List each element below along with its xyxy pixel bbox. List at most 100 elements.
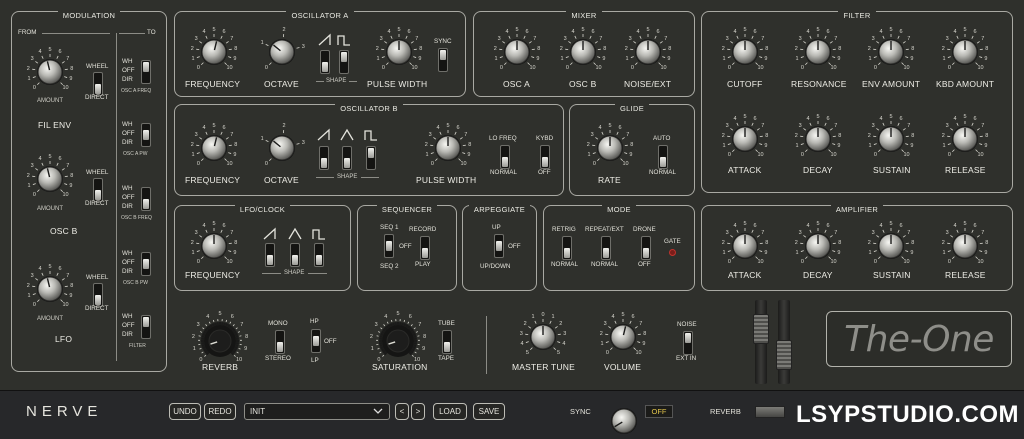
knob-scale-label: 1 [587,151,591,158]
preset-name: INIT [250,407,266,416]
fil-env-wheel-switch[interactable] [93,72,103,96]
knob-scale-label: 1 [551,314,555,321]
triangle-wave-icon [340,128,354,141]
volume-knob[interactable]: 0 1 2 3 4 5 6 7 8 9 10 [595,310,651,362]
lfo-amount-knob[interactable]: 0 1 2 3 4 5 6 7 8 9 10 [22,262,78,314]
osc-a-sync-label: SYNC [434,38,452,45]
osc-a-sync-switch[interactable] [438,48,448,72]
osc-b-octave-knob[interactable]: 0 1 2 3 [254,121,310,173]
preset-selector[interactable]: INIT [244,403,390,420]
mod-wheel[interactable] [776,300,792,384]
pitch-wheel[interactable] [753,300,769,384]
filter-attack-knob[interactable]: 0 1 2 3 4 5 6 7 8 9 10 [717,112,773,164]
osc-b-freq-switch[interactable] [141,187,151,211]
osc-b-square-switch[interactable] [366,146,376,170]
knob-scale-label: 1 [722,249,726,256]
knob-scale-label: 7 [761,230,765,237]
saturation-knob[interactable]: 0 1 2 3 4 5 6 7 8 9 10 [370,311,426,366]
knob-scale-label: 5 [608,123,612,129]
osc-a-square-switch[interactable] [339,50,349,74]
filter-hp-lp-switch[interactable] [311,329,321,353]
fil-env-amount-knob[interactable]: 0 1 2 3 4 5 6 7 8 9 10 [22,45,78,97]
lfo-triangle-switch[interactable] [290,243,300,267]
square-wave-icon [364,130,377,141]
sync-knob[interactable] [596,394,652,439]
lfo-saw-switch[interactable] [265,243,275,267]
osc-b-pw-switch[interactable] [141,252,151,276]
osc-a-saw-switch[interactable] [320,50,330,74]
arpeggiate-switch[interactable] [494,234,504,258]
filter-env-amount-knob[interactable]: 0 1 2 3 4 5 6 7 8 9 10 [863,25,919,77]
nerve-brand: NERVE [26,403,103,420]
amp-release-knob[interactable]: 0 1 2 3 4 5 6 7 8 9 10 [937,219,993,271]
filter-cutoff-knob[interactable]: 0 1 2 3 4 5 6 7 8 9 10 [717,25,773,77]
osc-a-pw-switch[interactable] [141,123,151,147]
retrig-switch[interactable] [562,236,572,260]
osc-a-pulse-width-knob[interactable]: 0 1 2 3 4 5 6 7 8 9 10 [371,25,427,77]
mixer-osc-b-label: OSC B [569,79,597,89]
osc-a-octave-knob[interactable]: 0 1 2 3 [254,25,310,77]
lfo-frequency-knob[interactable]: 0 1 2 3 4 5 6 7 8 9 10 [186,219,242,271]
sequencer-select-switch[interactable] [384,234,394,258]
osc-b-amount-knob[interactable]: 0 1 2 3 4 5 6 7 8 9 10 [22,152,78,204]
knob-scale-label: 6 [899,116,903,123]
record-play-switch[interactable] [420,236,430,260]
redo-button[interactable]: REDO [204,403,236,420]
hp-label: HP [310,318,319,325]
filter-decay-knob[interactable]: 0 1 2 3 4 5 6 7 8 9 10 [790,112,846,164]
ext-in-label: EXT IN [676,355,697,362]
knob-scale-label: 7 [66,273,70,280]
osc-b-frequency-knob[interactable]: 0 1 2 3 4 5 6 7 8 9 10 [186,121,242,173]
amp-sustain-knob[interactable]: 0 1 2 3 4 5 6 7 8 9 10 [863,219,919,271]
osc-b-kybd-switch[interactable] [540,145,550,169]
noise-ext-switch[interactable] [683,331,693,355]
tube-tape-switch[interactable] [442,330,452,354]
amp-attack-knob[interactable]: 0 1 2 3 4 5 6 7 8 9 10 [717,219,773,271]
filter-resonance-knob[interactable]: 0 1 2 3 4 5 6 7 8 9 10 [790,25,846,77]
knob-scale-label: 2 [191,333,195,340]
next-preset-button[interactable]: > [411,403,425,420]
filter-sustain-knob[interactable]: 0 1 2 3 4 5 6 7 8 9 10 [863,112,919,164]
mixer-osc-b-knob[interactable]: 0 1 2 3 4 5 6 7 8 9 10 [555,25,611,77]
reverb-toggle[interactable] [755,406,785,418]
drone-label: DRONE [633,226,656,233]
knob-scale-label: 9 [910,55,914,62]
knob-scale-label: 4 [436,125,440,132]
mixer-osc-a-knob[interactable]: 0 1 2 3 4 5 6 7 8 9 10 [489,25,545,77]
off-label: OFF [122,322,135,329]
mod-divider [116,33,117,361]
knob-scale-label: 3 [945,123,949,130]
knob-scale-label: 8 [70,172,74,179]
osc-a-frequency-knob[interactable]: 0 1 2 3 4 5 6 7 8 9 10 [186,25,242,77]
knob-scale-label: 8 [643,330,647,337]
drone-switch[interactable] [641,236,651,260]
filter-release-knob[interactable]: 0 1 2 3 4 5 6 7 8 9 10 [937,112,993,164]
load-button[interactable]: LOAD [433,403,467,420]
knob-scale-label: 2 [493,45,497,52]
lfo-square-switch[interactable] [314,243,324,267]
save-button[interactable]: SAVE [473,403,505,420]
osc-b-wheel-switch[interactable] [93,178,103,202]
knob-scale-label: 3 [871,123,875,130]
master-tune-knob[interactable]: 54321012345 [515,310,571,362]
osc-b-pulse-width-knob[interactable]: 0 1 2 3 4 5 6 7 8 9 10 [420,121,476,173]
mono-stereo-switch[interactable] [275,330,285,354]
glide-rate-knob[interactable]: 0 1 2 3 4 5 6 7 8 9 10 [582,121,638,173]
knob-scale-label: 5 [889,221,893,227]
filter-mod-switch[interactable] [141,315,151,339]
undo-button[interactable]: UNDO [169,403,201,420]
repeat-switch[interactable] [601,236,611,260]
osc-a-freq-switch[interactable] [141,60,151,84]
amp-decay-knob[interactable]: 0 1 2 3 4 5 6 7 8 9 10 [790,219,846,271]
lfo-wheel-switch[interactable] [93,283,103,307]
knob-scale-label: 9 [984,55,988,62]
mixer-noise-knob[interactable]: 0 1 2 3 4 5 6 7 8 9 10 [620,25,676,77]
glide-auto-switch[interactable] [658,145,668,169]
osc-b-triangle-switch[interactable] [342,146,352,170]
prev-preset-button[interactable]: < [395,403,409,420]
reverb-knob[interactable]: 0 1 2 3 4 5 6 7 8 9 10 [191,311,248,366]
osc-b-saw-switch[interactable] [319,146,329,170]
osc-b-lofreq-switch[interactable] [500,145,510,169]
knob-scale-label: 5 [396,311,400,317]
filter-kbd-amount-knob[interactable]: 0 1 2 3 4 5 6 7 8 9 10 [937,25,993,77]
